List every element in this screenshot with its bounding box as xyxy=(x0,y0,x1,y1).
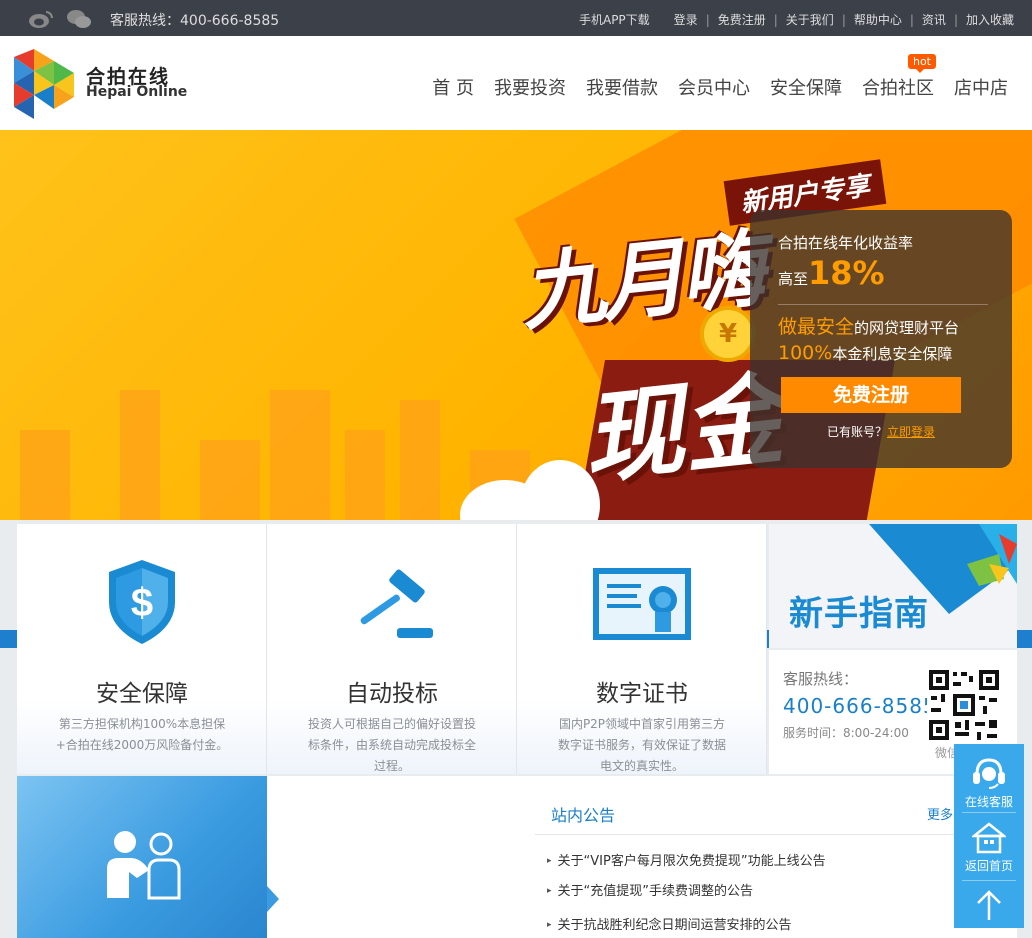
hot-badge: hot xyxy=(907,54,936,73)
login-prompt-text: 已有账号？ xyxy=(826,425,887,439)
main-nav: 首 页 我要投资 我要借款 会员中心 安全保障 合拍社区 hot 店中店 xyxy=(412,54,1008,100)
nav-borrow[interactable]: 我要借款 xyxy=(586,74,658,100)
nav-home[interactable]: 首 页 xyxy=(432,74,474,100)
about-link[interactable]: 关于我们 xyxy=(786,11,834,28)
feature-cards: $ 安全保障 第三方担保机构100%本息担保+合拍在线2000万风险备付金。 自… xyxy=(17,524,767,774)
banner-building xyxy=(120,390,160,520)
feature-desc: 国内P2P领域中首家引用第三方数字证书服务，有效保证了数据电文的真实性。 xyxy=(557,717,726,773)
promo-safety-line: 做最安全的网贷理财平台 xyxy=(778,312,959,339)
wechat-icon[interactable] xyxy=(66,9,92,29)
shield-icon: $ xyxy=(109,560,175,644)
site-notices: 站内公告 更多 关于“VIP客户每月限次免费提现”功能上线公告 关于“充值提现”… xyxy=(517,776,1017,938)
side-divider xyxy=(962,880,1016,881)
guide-title: 新手指南 xyxy=(789,594,929,634)
notice-item[interactable]: 关于“VIP客户每月限次免费提现”功能上线公告 xyxy=(547,850,826,869)
separator: | xyxy=(841,12,846,27)
service-hours: 服务时间：8:00-24:00 xyxy=(783,726,909,740)
register-link[interactable]: 免费注册 xyxy=(718,11,766,28)
feature-auto-bid[interactable]: 自动投标 投资人可根据自己的偏好设置投标条件，由系统自动完成投标全过程。 xyxy=(267,524,517,774)
news-link[interactable]: 资讯 xyxy=(922,11,946,28)
side-divider xyxy=(962,812,1016,813)
favorite-link[interactable]: 加入收藏 xyxy=(966,11,1014,28)
promo-rate-line: 高至18% xyxy=(778,254,885,292)
banner-building xyxy=(200,440,260,520)
separator: | xyxy=(705,12,710,27)
nav-member-center[interactable]: 会员中心 xyxy=(678,74,750,100)
app-download-link[interactable]: 手机APP下载 xyxy=(579,11,650,28)
feature-title: 自动投标 xyxy=(346,681,438,707)
nav-shop[interactable]: 店中店 xyxy=(954,74,1008,100)
separator: | xyxy=(953,12,958,27)
separator: | xyxy=(909,12,914,27)
promo-guarantee-line: 100%本金利息安全保障 xyxy=(778,342,952,364)
home-icon xyxy=(970,822,1008,854)
online-service-button[interactable]: 在线客服 xyxy=(954,752,1024,810)
arrow-up-icon xyxy=(977,890,1001,920)
login-prompt: 已有账号？立即登录 xyxy=(750,423,1012,440)
help-link[interactable]: 帮助中心 xyxy=(854,11,902,28)
top-bar: 客服热线：400-666-8585 手机APP下载 登录 | 免费注册 | 关于… xyxy=(0,0,1032,36)
promo-safety-text: 的网贷理财平台 xyxy=(854,319,960,337)
contact-number: 400-666-8585 xyxy=(783,694,937,718)
promo-panel: 合拍在线年化收益率 高至18% 做最安全的网贷理财平台 100%本金利息安全保障… xyxy=(750,210,1012,468)
login-link[interactable]: 登录 xyxy=(674,11,698,28)
headset-icon xyxy=(973,758,1005,789)
online-service-label: 在线客服 xyxy=(964,795,1013,809)
svg-text:$: $ xyxy=(131,581,153,625)
logo-icon[interactable] xyxy=(14,49,76,119)
notice-divider xyxy=(535,834,981,835)
notice-title: 站内公告 xyxy=(551,806,616,825)
partner-image[interactable] xyxy=(17,776,267,938)
feature-certificate[interactable]: 数字证书 国内P2P领域中首家引用第三方数字证书服务，有效保证了数据电文的真实性… xyxy=(517,524,767,774)
top-links: 手机APP下载 登录 | 免费注册 | 关于我们 | 帮助中心 | 资讯 | 加… xyxy=(579,11,1014,28)
promo-safety-highlight: 做最安全 xyxy=(778,316,855,338)
nav-community[interactable]: 合拍社区 xyxy=(862,78,934,99)
contact-label: 客服热线： xyxy=(783,670,859,688)
empty-panel xyxy=(267,776,517,938)
hotline-text: 客服热线：400-666-8585 xyxy=(110,13,280,29)
site-header: 合拍在线 Hepai Online 首 页 我要投资 我要借款 会员中心 安全保… xyxy=(0,36,1032,130)
feature-desc: 投资人可根据自己的偏好设置投标条件，由系统自动完成投标全过程。 xyxy=(307,717,476,773)
logo-english-text[interactable]: Hepai Online xyxy=(86,84,187,100)
promo-rate-prefix: 高至 xyxy=(778,270,809,288)
promo-guarantee-text: 本金利息安全保障 xyxy=(832,345,953,363)
promo-divider xyxy=(778,304,988,305)
promo-rate-value: 18% xyxy=(808,254,885,292)
notice-more-link[interactable]: 更多 xyxy=(927,804,953,823)
banner-building xyxy=(20,430,70,520)
feature-security[interactable]: $ 安全保障 第三方担保机构100%本息担保+合拍在线2000万风险备付金。 xyxy=(17,524,267,774)
promo-rate-label: 合拍在线年化收益率 xyxy=(778,234,914,252)
weibo-icon[interactable] xyxy=(28,9,54,29)
feature-title: 安全保障 xyxy=(96,681,188,707)
separator: | xyxy=(773,12,778,27)
banner-building xyxy=(345,430,385,520)
notice-item[interactable]: 关于“充值提现”手续费调整的公告 xyxy=(547,880,753,899)
nav-invest[interactable]: 我要投资 xyxy=(494,74,566,100)
qr-code-icon xyxy=(927,668,1001,742)
handshake-icon xyxy=(107,831,181,900)
gavel-icon xyxy=(360,569,433,638)
back-to-top-button[interactable] xyxy=(954,884,1024,928)
banner-building xyxy=(400,400,440,520)
promo-guarantee-highlight: 100% xyxy=(778,342,833,364)
beginner-guide-panel[interactable]: 新手指南 xyxy=(769,524,1017,648)
nav-community-wrapper[interactable]: 合拍社区 hot xyxy=(862,54,936,100)
login-now-link[interactable]: 立即登录 xyxy=(887,425,935,439)
hero-banner[interactable]: 新用户专享 九月嗨 现金 ¥ 合拍在线年化收益率 高至18% 做最安全的网贷理财… xyxy=(0,130,1032,520)
arrow-right-icon xyxy=(267,886,279,912)
banner-building xyxy=(270,390,330,520)
certificate-icon xyxy=(593,568,691,640)
feature-desc: 第三方担保机构100%本息担保+合拍在线2000万风险备付金。 xyxy=(55,717,229,752)
nav-security[interactable]: 安全保障 xyxy=(770,74,842,100)
coin-icon: ¥ xyxy=(700,306,756,362)
notice-item[interactable]: 关于抗战胜利纪念日期间运营安排的公告 xyxy=(547,914,792,933)
back-home-button[interactable]: 返回首页 xyxy=(954,818,1024,876)
free-register-button[interactable]: 免费注册 xyxy=(781,377,961,413)
feature-title: 数字证书 xyxy=(596,681,688,707)
back-home-label: 返回首页 xyxy=(964,859,1013,873)
floating-side-panel: 在线客服 返回首页 xyxy=(954,744,1024,928)
